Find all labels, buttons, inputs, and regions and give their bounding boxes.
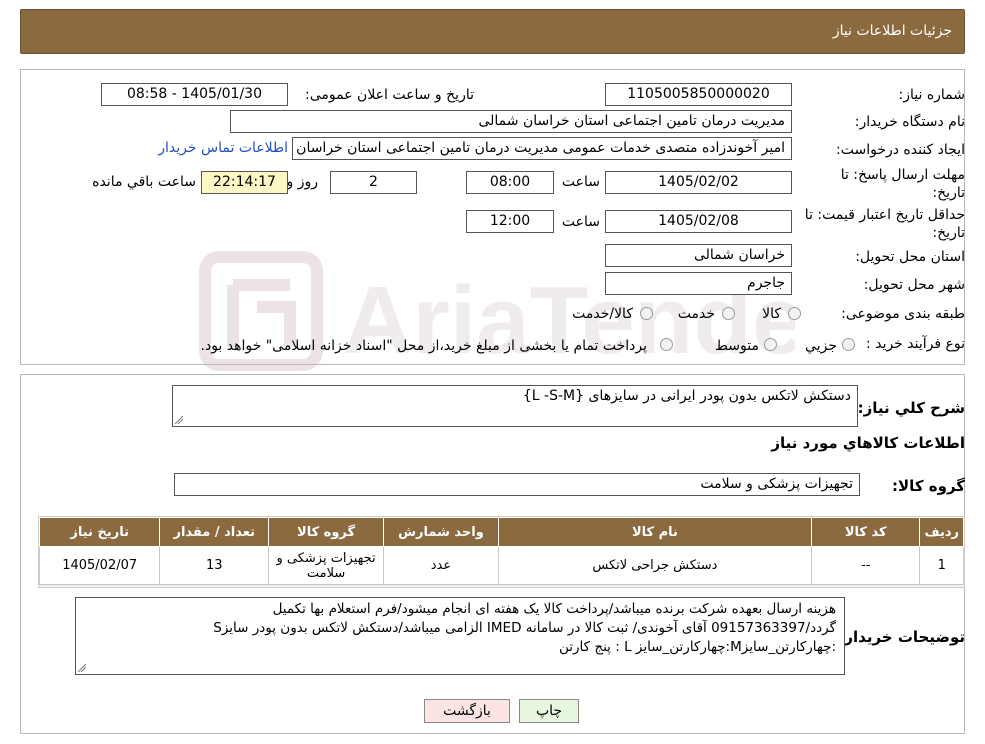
requester-label: ایجاد کننده درخواست: bbox=[836, 142, 965, 158]
goods-group-field: تجهیزات پزشکی و سلامت bbox=[174, 473, 860, 496]
buyer-contact-link[interactable]: اطلاعات تماس خریدار bbox=[158, 140, 288, 156]
deadline-time-label: ساعت bbox=[561, 174, 600, 190]
buyer-notes-field: هزینه ارسال بعهده شرکت برنده میباشد/پردا… bbox=[75, 597, 845, 675]
remaining-time-field: 22:14:17 bbox=[201, 171, 288, 194]
days-label: روز و bbox=[286, 174, 319, 190]
general-description-text: دستکش لاتکس بدون پودر ایرانی در سایزهای … bbox=[522, 388, 851, 404]
validity-time-label: ساعت bbox=[561, 214, 600, 230]
process-minor-radio[interactable] bbox=[842, 338, 855, 351]
items-table: رديف کد کالا نام کالا واحد شمارش گروه کا… bbox=[38, 517, 964, 585]
goods-group-label: گروه کالا: bbox=[892, 477, 965, 495]
cell-item-name: دستکش جراحی لاتکس bbox=[497, 546, 812, 585]
announce-label: تاریخ و ساعت اعلان عمومی: bbox=[305, 87, 474, 103]
category-goods-label: کالا bbox=[762, 306, 781, 322]
province-label: استان محل تحویل: bbox=[855, 249, 965, 265]
resize-handle-icon[interactable] bbox=[175, 416, 183, 424]
need-number-label: شماره نیاز: bbox=[898, 87, 966, 103]
days-remaining-field: 2 bbox=[330, 171, 417, 194]
goods-info-title: اطلاعات کالاهاي مورد نياز bbox=[771, 434, 965, 452]
print-button[interactable]: چاپ bbox=[519, 699, 579, 723]
page-header: جزئیات اطلاعات نیاز bbox=[20, 9, 965, 54]
process-type-label: نوع فرآیند خرید : bbox=[866, 336, 965, 352]
cell-need-date: 1405/02/07 bbox=[38, 546, 161, 585]
page-title: جزئیات اطلاعات نیاز bbox=[832, 23, 952, 39]
items-table-container: رديف کد کالا نام کالا واحد شمارش گروه کا… bbox=[38, 516, 965, 588]
deadline-label: مهلت ارسال پاسخ: تا bbox=[840, 167, 965, 183]
treasury-payment-note: پرداخت تمام یا بخشی از مبلغ خرید،از محل … bbox=[200, 338, 647, 354]
buyer-label: نام دستگاه خریدار: bbox=[854, 114, 965, 130]
validity-date-field: 1405/02/08 bbox=[605, 210, 792, 233]
category-service-radio[interactable] bbox=[722, 307, 735, 320]
buyer-notes-line-3: :چهارکارتن_سایزM:چهارکارتن_سایز L : پنج … bbox=[559, 639, 836, 655]
city-label: شهر محل تحویل: bbox=[863, 277, 965, 293]
buyer-notes-line-1: هزینه ارسال بعهده شرکت برنده میباشد/پردا… bbox=[272, 601, 836, 617]
col-need-date: تاریخ نیاز bbox=[38, 517, 161, 547]
category-goods-radio[interactable] bbox=[788, 307, 801, 320]
deadline-date-field: 1405/02/02 bbox=[605, 171, 792, 194]
general-description-label: شرح کلي نياز: bbox=[857, 399, 965, 417]
table-row: 1 -- دستکش جراحی لاتکس عدد تجهیزات پزشکی… bbox=[38, 546, 964, 585]
col-quantity: تعداد / مقدار bbox=[159, 517, 270, 547]
category-goods-service-label: کالا/خدمت bbox=[572, 306, 633, 322]
need-number-field: 1105005850000020 bbox=[605, 83, 792, 106]
cell-row-number: 1 bbox=[919, 546, 964, 585]
treasury-payment-radio[interactable] bbox=[660, 338, 673, 351]
process-medium-label: متوسط bbox=[715, 338, 759, 354]
resize-handle-icon[interactable] bbox=[78, 664, 86, 672]
back-button[interactable]: بازگشت bbox=[424, 699, 510, 723]
col-item-code: کد کالا bbox=[810, 517, 921, 547]
cell-item-code: -- bbox=[810, 546, 921, 585]
category-goods-service-radio[interactable] bbox=[640, 307, 653, 320]
deadline-time-field: 08:00 bbox=[466, 171, 554, 194]
buyer-field: مدیریت درمان تامین اجتماعی استان خراسان … bbox=[230, 110, 792, 133]
items-table-header-row: رديف کد کالا نام کالا واحد شمارش گروه کا… bbox=[38, 517, 964, 547]
general-description-field: دستکش لاتکس بدون پودر ایرانی در سایزهای … bbox=[172, 385, 858, 427]
requester-field: امیر آخوندزاده متصدی خدمات عمومی مدیریت … bbox=[292, 137, 792, 160]
category-label: طبقه بندی موضوعی: bbox=[841, 306, 965, 322]
process-minor-label: جزیي bbox=[805, 338, 837, 354]
process-medium-radio[interactable] bbox=[764, 338, 777, 351]
remaining-time-label: ساعت باقي مانده bbox=[92, 174, 196, 190]
buyer-notes-line-2: گردد/09157363397 آقای آخوندی/ ثبت کالا د… bbox=[213, 620, 836, 636]
cell-unit: عدد bbox=[382, 546, 499, 585]
cell-item-group: تجهیزات پزشکی و سلامت bbox=[268, 546, 384, 585]
col-item-group: گروه کالا bbox=[268, 517, 384, 547]
validity-time-field: 12:00 bbox=[466, 210, 554, 233]
col-unit: واحد شمارش bbox=[382, 517, 499, 547]
deadline-label-date: تاریخ: bbox=[932, 185, 965, 201]
col-row-number: رديف bbox=[919, 517, 964, 547]
announce-datetime-field: 1405/01/30 - 08:58 bbox=[101, 83, 288, 106]
category-service-label: خدمت bbox=[677, 306, 715, 322]
validity-label-date: تاریخ: bbox=[932, 225, 965, 241]
buyer-notes-label: توضیحات خریدار: bbox=[838, 628, 965, 646]
cell-quantity: 13 bbox=[159, 546, 270, 585]
province-field: خراسان شمالی bbox=[605, 244, 792, 267]
city-field: جاجرم bbox=[605, 272, 792, 295]
validity-label: حداقل تاریخ اعتبار قیمت: تا bbox=[804, 207, 965, 223]
col-item-name: نام کالا bbox=[497, 517, 812, 547]
